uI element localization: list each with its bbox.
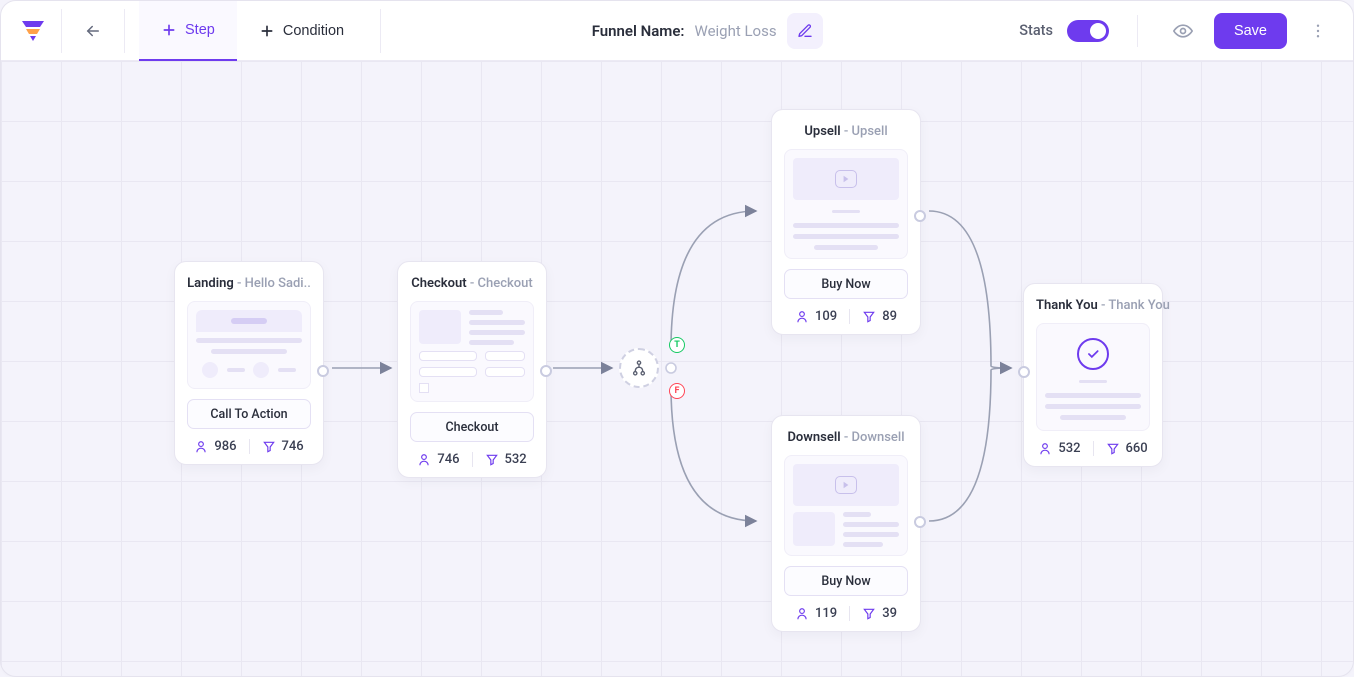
- node-cta: Checkout: [410, 412, 534, 442]
- node-title: Landing - Hello Sadi..: [187, 272, 311, 301]
- user-icon: [194, 440, 208, 454]
- stat-visitors: 986: [182, 439, 248, 454]
- plus-icon: [161, 22, 177, 38]
- port-out[interactable]: [317, 365, 329, 377]
- user-icon: [795, 310, 809, 324]
- node-cta: Call To Action: [187, 399, 311, 429]
- tab-step-label: Step: [185, 22, 215, 38]
- pencil-icon: [797, 23, 813, 39]
- stat-visitors: 532: [1026, 441, 1092, 456]
- port-out[interactable]: [914, 516, 926, 528]
- stat-conversions: 532: [472, 452, 539, 467]
- port-in[interactable]: [1018, 366, 1030, 378]
- check-circle-icon: [1077, 338, 1109, 370]
- stats-toggle[interactable]: [1067, 20, 1109, 42]
- stat-conversions: 89: [849, 309, 909, 324]
- port-out[interactable]: [914, 210, 926, 222]
- node-thankyou[interactable]: Thank You - Thank You 532 660: [1023, 283, 1163, 467]
- topbar: Step Condition Funnel Name: Weight Loss …: [1, 1, 1353, 61]
- funnel-icon: [1106, 442, 1120, 456]
- funnel-icon: [862, 310, 876, 324]
- port-out[interactable]: [540, 365, 552, 377]
- back-button[interactable]: [76, 14, 110, 48]
- tab-condition-label: Condition: [283, 23, 344, 39]
- more-menu-button[interactable]: [1301, 14, 1335, 48]
- node-title: Upsell - Upsell: [784, 120, 908, 149]
- branch-true-badge: T: [669, 337, 685, 353]
- stat-visitors: 109: [783, 309, 849, 324]
- node-cta: Buy Now: [784, 269, 908, 299]
- user-icon: [1038, 442, 1052, 456]
- node-landing[interactable]: Landing - Hello Sadi.. Call To Action 98…: [174, 261, 324, 465]
- canvas[interactable]: Landing - Hello Sadi.. Call To Action 98…: [1, 61, 1353, 676]
- stats-label: Stats: [1019, 22, 1053, 39]
- edit-name-button[interactable]: [787, 13, 823, 49]
- node-checkout[interactable]: Checkout - Checkout Checkout 746 532: [397, 261, 547, 478]
- tab-condition[interactable]: Condition: [237, 1, 366, 61]
- tab-step[interactable]: Step: [139, 1, 237, 61]
- user-icon: [795, 607, 809, 621]
- play-icon: [835, 170, 857, 188]
- page-thumbnail: [187, 301, 311, 389]
- page-thumbnail: [410, 301, 534, 402]
- stat-conversions: 39: [849, 606, 909, 621]
- plus-icon: [259, 23, 275, 39]
- node-title: Thank You - Thank You: [1036, 294, 1150, 323]
- stat-visitors: 119: [783, 606, 849, 621]
- branch-false-badge: F: [669, 383, 685, 399]
- node-title: Downsell - Downsell: [784, 426, 908, 455]
- page-thumbnail: [784, 149, 908, 259]
- funnel-icon: [862, 607, 876, 621]
- funnel-name-label: Funnel Name:: [592, 22, 685, 40]
- node-cta: Buy Now: [784, 566, 908, 596]
- preview-button[interactable]: [1166, 14, 1200, 48]
- funnel-icon: [485, 453, 499, 467]
- funnel-name: Funnel Name: Weight Loss: [395, 13, 1019, 49]
- save-button[interactable]: Save: [1214, 13, 1287, 49]
- funnel-icon: [262, 440, 276, 454]
- stat-visitors: 746: [405, 452, 471, 467]
- branch-icon: [630, 359, 648, 377]
- stat-conversions: 660: [1093, 441, 1160, 456]
- user-icon: [417, 453, 431, 467]
- node-condition[interactable]: [619, 348, 659, 388]
- funnel-name-value: Weight Loss: [694, 22, 776, 40]
- app-logo: [19, 17, 47, 45]
- play-icon: [835, 476, 857, 494]
- eye-icon: [1173, 21, 1193, 41]
- node-downsell[interactable]: Downsell - Downsell Buy Now 119 39: [771, 415, 921, 632]
- stat-conversions: 746: [249, 439, 316, 454]
- page-thumbnail: [1036, 323, 1150, 431]
- page-thumbnail: [784, 455, 908, 556]
- dots-vertical-icon: [1309, 22, 1327, 40]
- node-upsell[interactable]: Upsell - Upsell Buy Now 109 89: [771, 109, 921, 335]
- node-title: Checkout - Checkout: [410, 272, 534, 301]
